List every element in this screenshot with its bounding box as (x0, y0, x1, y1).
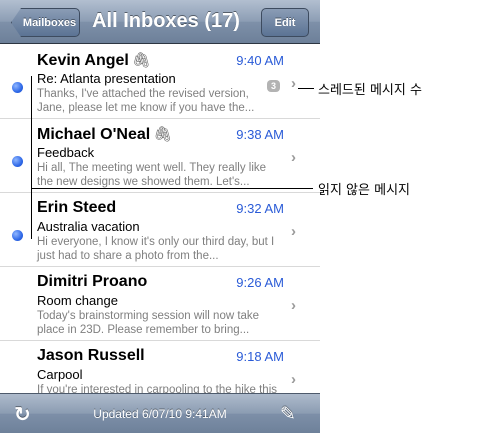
message-sender: Erin Steed (37, 199, 117, 216)
message-row[interactable]: Michael O'Neal 🖇 9:38 AM Feedback Hi all,… (0, 119, 320, 193)
message-time: 9:32 AM (236, 201, 284, 216)
mailboxes-back-button[interactable]: Mailboxes (11, 8, 80, 37)
chevron-right-icon: › (291, 75, 296, 92)
message-time: 9:18 AM (236, 349, 284, 364)
message-row[interactable]: Kevin Angel 🖇 9:40 AM Re: Atlanta present… (0, 45, 320, 119)
message-preview: Today's brainstorming session will now t… (37, 310, 260, 336)
message-row[interactable]: Erin Steed 9:32 AM Australia vacation Hi… (0, 193, 320, 267)
message-subject: Re: Atlanta presentation (37, 71, 176, 86)
paperclip-icon: 🖇 (131, 52, 151, 69)
message-subject: Carpool (37, 367, 83, 382)
message-preview: Thanks, I've attached the revised versio… (37, 88, 255, 114)
thread-count-badge: 3 (266, 80, 280, 92)
page-title: All Inboxes (17) (92, 10, 240, 32)
paperclip-icon: 🖇 (153, 126, 173, 143)
message-row[interactable]: Dimitri Proano 9:26 AM Room change Today… (0, 267, 320, 341)
mail-screen: Mailboxes All Inboxes (17) Edit Kevin An… (0, 0, 320, 433)
refresh-icon[interactable]: ↻ (14, 402, 31, 427)
unread-dot-icon (12, 156, 23, 167)
message-sender: Kevin Angel 🖇 (37, 52, 151, 69)
message-subject: Feedback (37, 145, 95, 160)
chevron-right-icon: › (291, 149, 296, 166)
unread-callout-label: 읽지 않은 메시지 (318, 183, 410, 198)
unread-callout-line (31, 188, 313, 189)
chevron-right-icon: › (291, 371, 296, 388)
message-subject: Room change (37, 293, 118, 308)
edit-button[interactable]: Edit (261, 8, 309, 37)
updated-status: Updated 6/07/10 9:41AM (93, 407, 227, 421)
unread-dot-icon (12, 82, 23, 93)
threaded-callout-line (298, 88, 314, 89)
threaded-callout-label: 스레드된 메시지 수 (318, 83, 422, 98)
chevron-right-icon: › (291, 223, 296, 240)
message-sender: Dimitri Proano (37, 273, 148, 290)
navigation-bar: Mailboxes All Inboxes (17) Edit (0, 0, 320, 44)
bottom-toolbar: ↻ Updated 6/07/10 9:41AM ✎ (0, 393, 320, 433)
message-list: Kevin Angel 🖇 9:40 AM Re: Atlanta present… (0, 45, 320, 415)
message-preview: Hi all, The meeting went well. They real… (37, 162, 267, 188)
chevron-right-icon: › (291, 297, 296, 314)
message-sender: Jason Russell (37, 347, 145, 364)
message-sender: Michael O'Neal 🖇 (37, 126, 173, 143)
unread-bracket (31, 76, 32, 239)
message-preview: Hi everyone, I know it's only our third … (37, 236, 275, 262)
message-time: 9:38 AM (236, 127, 284, 142)
message-subject: Australia vacation (37, 219, 140, 234)
unread-dot-icon (12, 230, 23, 241)
compose-icon[interactable]: ✎ (280, 403, 296, 426)
message-time: 9:26 AM (236, 275, 284, 290)
message-time: 9:40 AM (236, 53, 284, 68)
